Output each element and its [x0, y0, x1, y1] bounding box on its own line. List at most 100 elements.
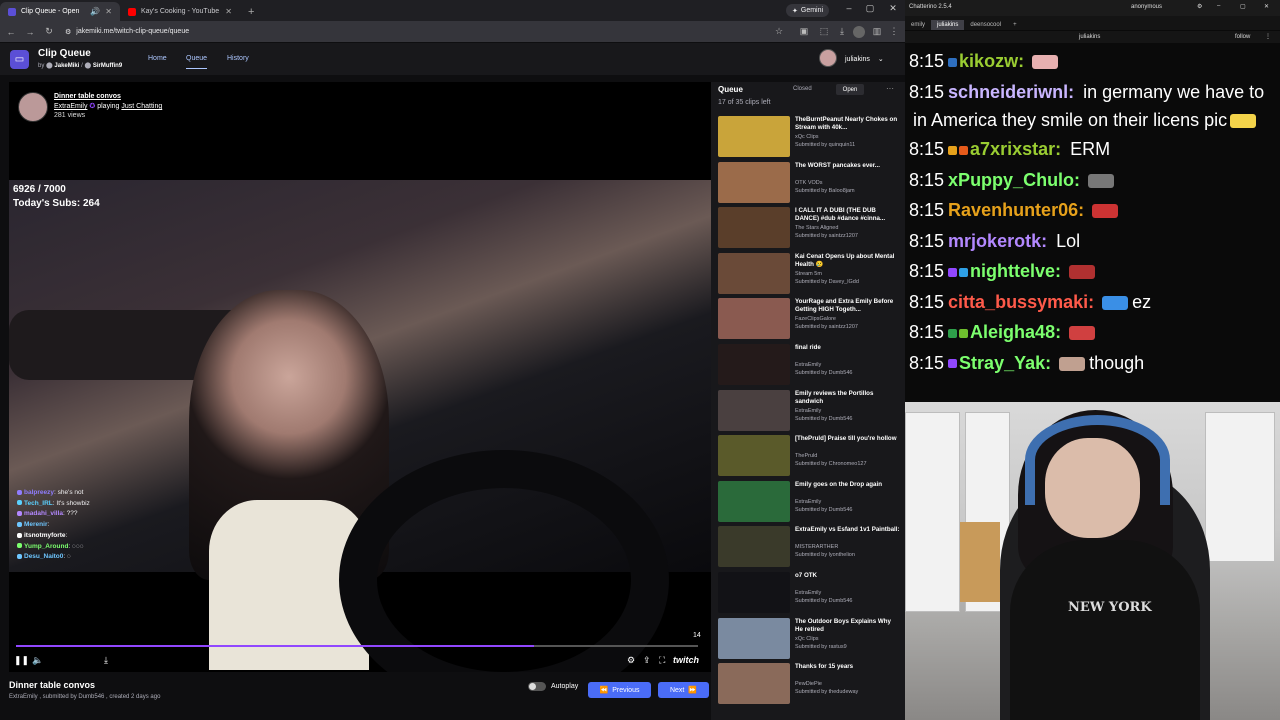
clip-thumbnail[interactable]	[718, 344, 790, 385]
chat-emote[interactable]	[1092, 204, 1119, 219]
kebab-menu-icon[interactable]: ⋮	[888, 26, 900, 38]
settings-gear-icon[interactable]: ⚙	[627, 655, 635, 666]
queue-item[interactable]: final ride ExtraEmily Submitted by Dumb546	[718, 344, 903, 389]
new-tab-button[interactable]: +	[240, 2, 262, 21]
autoplay-toggle[interactable]: Autoplay	[528, 682, 578, 691]
next-button[interactable]: Next ⏩	[658, 682, 709, 698]
chat-badge-icon[interactable]	[948, 267, 958, 277]
chat-emote[interactable]	[1059, 356, 1086, 371]
chat-username[interactable]: mrjokerotk:	[948, 231, 1047, 251]
queue-closed-tab[interactable]: Closed	[793, 86, 812, 92]
chat-username[interactable]: Aleigha48:	[970, 322, 1061, 342]
chat-username[interactable]: Stray_Yak:	[959, 353, 1051, 373]
chat-emote[interactable]	[1032, 55, 1059, 70]
video-player[interactable]	[9, 82, 711, 672]
sidebar-icon[interactable]: ▥	[871, 26, 883, 38]
clip-thumbnail[interactable]	[718, 526, 790, 568]
clip-thumbnail[interactable]	[718, 207, 790, 249]
chat-badge-icon[interactable]	[959, 145, 969, 155]
gemini-button[interactable]: ✦ Gemini	[786, 4, 830, 17]
channel-link[interactable]: ExtraEmily	[54, 103, 87, 110]
browser-tab-youtube[interactable]: Kay's Cooking - YouTube ✕	[120, 2, 240, 21]
profile-icon[interactable]	[853, 26, 865, 38]
queue-item[interactable]: The Outdoor Boys Explains Why He retired…	[718, 617, 903, 663]
add-tab-button[interactable]: +	[1007, 20, 1023, 30]
video-progress-bar[interactable]	[16, 645, 698, 647]
nav-history[interactable]: History	[227, 55, 249, 62]
close-window-button[interactable]: ✕	[886, 3, 900, 14]
previous-button[interactable]: ⏪ Previous	[588, 682, 651, 698]
chat-tab-emily[interactable]: emily	[905, 20, 931, 30]
chat-username[interactable]: citta_bussymaki:	[948, 292, 1094, 312]
follow-button[interactable]: follow	[1235, 34, 1250, 40]
volume-icon[interactable]: 🔈	[32, 655, 43, 666]
queue-open-tab[interactable]: Open	[836, 84, 864, 95]
user-avatar[interactable]	[819, 49, 837, 67]
queue-item[interactable]: YourRage and Extra Emily Before Getting …	[718, 298, 903, 343]
queue-item[interactable]: TheBurntPeanut Nearly Chokes on Stream w…	[718, 116, 903, 161]
extension-icon[interactable]: ▣	[798, 26, 810, 38]
queue-item[interactable]: Emily goes on the Drop again ExtraEmily Su…	[718, 480, 903, 526]
chat-badge-icon[interactable]	[948, 359, 958, 369]
clip-thumbnail[interactable]	[718, 389, 790, 431]
chat-username[interactable]: nighttelve:	[970, 261, 1061, 281]
reload-icon[interactable]: ↻	[41, 26, 57, 37]
settings-gear-icon[interactable]: ⚙	[1197, 3, 1202, 10]
clip-title-link[interactable]: Dinner table convos	[54, 93, 121, 100]
queue-item[interactable]: The WORST pancakes ever... OTK VODs Submit…	[718, 161, 903, 207]
author-link[interactable]: JakeMiki	[54, 63, 79, 69]
chat-emote[interactable]	[1102, 295, 1129, 310]
clip-thumbnail[interactable]	[718, 161, 790, 203]
kebab-menu-icon[interactable]: ⋮	[1265, 33, 1271, 40]
speaker-icon[interactable]: 🔊	[90, 7, 100, 16]
queue-item[interactable]: o7 OTK ExtraEmily Submitted by Dumb546	[718, 572, 903, 617]
clip-thumbnail[interactable]	[718, 298, 790, 340]
clip-thumbnail[interactable]	[718, 663, 790, 705]
user-menu[interactable]: juliakins ⌄	[845, 55, 884, 63]
clip-thumbnail[interactable]	[718, 252, 790, 294]
game-link[interactable]: Just Chatting	[121, 103, 162, 110]
queue-item[interactable]: Thanks for 15 years PewDiePie Submitted by…	[718, 663, 903, 708]
browser-tab-clip-queue[interactable]: Clip Queue - Open 🔊 ✕	[0, 2, 120, 21]
nav-home[interactable]: Home	[148, 55, 167, 62]
clip-thumbnail[interactable]	[718, 435, 790, 477]
chat-username[interactable]: kikozw:	[959, 51, 1024, 71]
maximize-button[interactable]: ▢	[1240, 3, 1246, 10]
clip-thumbnail[interactable]	[718, 480, 790, 522]
queue-more-icon[interactable]: ···	[886, 84, 894, 93]
chat-tab-juliakins[interactable]: juliakins	[931, 20, 965, 30]
close-tab-icon[interactable]: ✕	[225, 7, 232, 16]
clip-thumbnail[interactable]	[718, 572, 790, 613]
chat-emote[interactable]	[1088, 173, 1115, 188]
minimize-button[interactable]: –	[1217, 3, 1220, 9]
account-name[interactable]: anonymous	[1131, 4, 1162, 10]
fullscreen-icon[interactable]: ⛶	[659, 655, 665, 666]
screen-cast-icon[interactable]: ⬚	[818, 26, 830, 38]
chat-emote[interactable]	[1069, 265, 1096, 280]
queue-item[interactable]: I CALL IT A DUBI (THE DUB DANCE) #dub #d…	[718, 207, 903, 252]
chat-badge-icon[interactable]	[948, 328, 958, 338]
channel-avatar[interactable]	[18, 92, 48, 122]
chat-username[interactable]: xPuppy_Chulo:	[948, 170, 1080, 190]
chat-badge-icon[interactable]	[959, 328, 969, 338]
maximize-button[interactable]: ▢	[863, 3, 877, 14]
chat-username[interactable]: Ravenhunter06:	[948, 200, 1084, 220]
queue-item[interactable]: Kai Cenat Opens Up about Mental Health 😢…	[718, 252, 903, 298]
chat-username[interactable]: a7xrixstar:	[970, 139, 1061, 159]
url-field[interactable]: ⚙ jakemiki.me/twitch-clip-queue/queue	[65, 28, 189, 36]
chat-badge-icon[interactable]	[959, 267, 969, 277]
autoplay-switch[interactable]	[528, 682, 546, 691]
close-window-button[interactable]: ✕	[1264, 3, 1269, 10]
minimize-button[interactable]: –	[842, 3, 856, 13]
close-tab-icon[interactable]: ✕	[105, 7, 112, 16]
chat-emote[interactable]	[1069, 326, 1096, 341]
site-info-icon[interactable]: ⚙	[65, 28, 71, 36]
clip-thumbnail[interactable]	[718, 617, 790, 659]
queue-item[interactable]: ExtraEmily vs Esfand 1v1 Paintball: MISTE…	[718, 526, 903, 571]
clip-queue-logo-icon[interactable]: ▭	[10, 50, 29, 69]
chat-emote[interactable]	[1230, 114, 1257, 129]
chat-badge-icon[interactable]	[948, 145, 958, 155]
downloads-icon[interactable]: ⤓	[836, 26, 848, 38]
queue-item[interactable]: Emily reviews the Portillos sandwich Extr…	[718, 389, 903, 435]
download-icon[interactable]: ⤓	[104, 655, 108, 666]
